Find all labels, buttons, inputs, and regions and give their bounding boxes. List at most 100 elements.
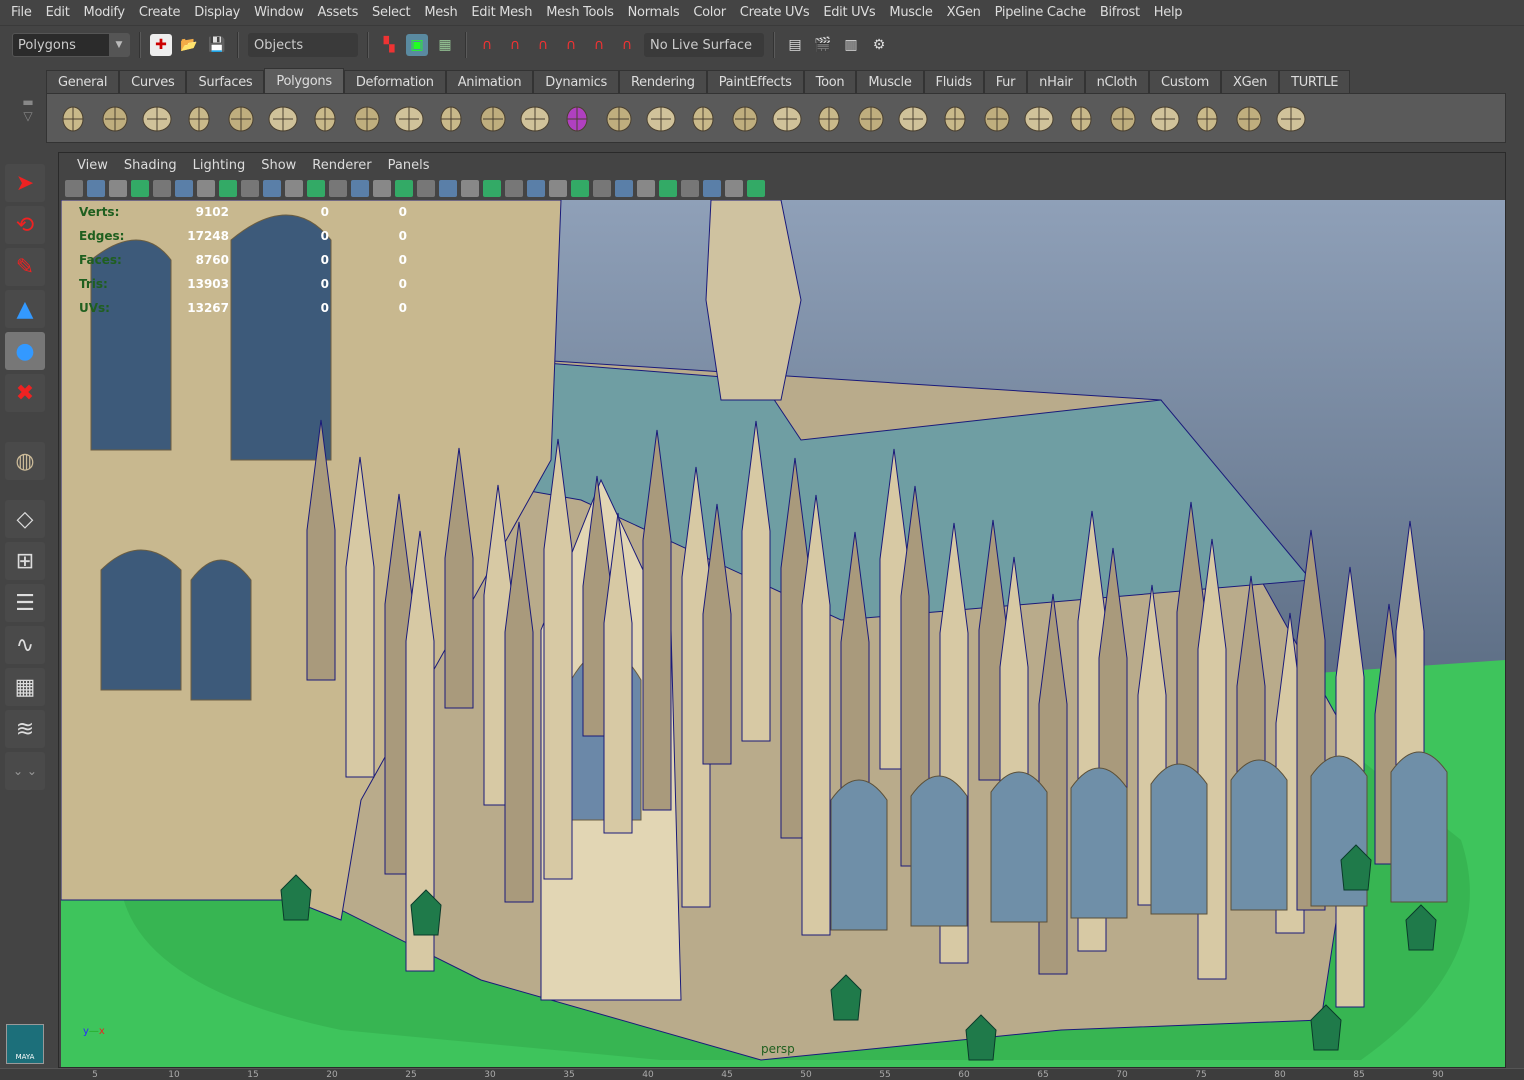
panel-menu-renderer[interactable]: Renderer (304, 158, 379, 173)
panel-menu-panels[interactable]: Panels (380, 158, 438, 173)
time-slider[interactable]: 5 10 15 20 25 30 35 40 45 50 55 60 65 70 75 80 85 90 (0, 1068, 1524, 1080)
panel-menu-lighting[interactable]: Lighting (185, 158, 254, 173)
single-view-layout-icon[interactable]: ◇ (5, 500, 45, 538)
panel-tool-icon[interactable] (285, 179, 303, 197)
panel-tool-icon[interactable] (571, 179, 589, 197)
tab-rendering[interactable]: Rendering (619, 70, 707, 93)
tab-custom[interactable]: Custom (1149, 70, 1222, 93)
panel-tool-icon[interactable] (197, 179, 215, 197)
menu-mesh[interactable]: Mesh (417, 5, 464, 20)
panel-menu-shading[interactable]: Shading (116, 158, 185, 173)
panel-tool-icon[interactable] (263, 179, 281, 197)
poly-cone-icon[interactable] (181, 101, 216, 136)
layout-options-icon[interactable]: ⌄ ⌄ (5, 752, 45, 790)
tab-general[interactable]: General (46, 70, 120, 93)
menu-file[interactable]: File (4, 5, 39, 20)
panel-tool-icon[interactable] (439, 179, 457, 197)
panel-menu-show[interactable]: Show (253, 158, 304, 173)
panel-tool-icon[interactable] (681, 179, 699, 197)
menu-create[interactable]: Create (132, 5, 187, 20)
menu-modify[interactable]: Modify (77, 5, 132, 20)
poly-pyramid-icon[interactable] (307, 101, 342, 136)
panel-tool-icon[interactable] (417, 179, 435, 197)
open-scene-icon[interactable]: 📂 (178, 34, 200, 56)
menu-create-uvs[interactable]: Create UVs (733, 5, 817, 20)
selection-mask-dropdown[interactable]: Objects (248, 33, 358, 57)
menu-assets[interactable]: Assets (311, 5, 366, 20)
menu-color[interactable]: Color (686, 5, 732, 20)
panel-menu-view[interactable]: View (69, 158, 116, 173)
panel-tool-icon[interactable] (747, 179, 765, 197)
panel-tool-icon[interactable] (461, 179, 479, 197)
panel-tool-icon[interactable] (329, 179, 347, 197)
ipr-render-icon[interactable]: ▥ (840, 34, 862, 56)
tab-fur[interactable]: Fur (983, 70, 1028, 93)
last-tool-icon[interactable]: ◍ (5, 442, 45, 480)
panel-tool-icon[interactable] (219, 179, 237, 197)
3d-viewport[interactable]: Verts: 9102 0 0 Edges: 17248 0 0 Faces: 8760 0 0 Tri… (61, 200, 1505, 1067)
poly-plane-icon[interactable] (223, 101, 258, 136)
planar-uv-icon[interactable] (1105, 101, 1140, 136)
cut-faces-icon[interactable] (643, 101, 678, 136)
menu-normals[interactable]: Normals (621, 5, 687, 20)
bridge-icon[interactable] (727, 101, 762, 136)
menu-display[interactable]: Display (187, 5, 247, 20)
save-scene-icon[interactable]: 💾 (206, 34, 228, 56)
panel-tool-icon[interactable] (593, 179, 611, 197)
shelf-menu-icon[interactable]: ▬ ▽ (14, 95, 42, 141)
paint-select-tool-icon[interactable]: ✎ (5, 248, 45, 286)
tab-nhair[interactable]: nHair (1027, 70, 1085, 93)
panel-tool-icon[interactable] (549, 179, 567, 197)
separate-icon[interactable] (433, 101, 468, 136)
cylindrical-uv-icon[interactable] (1147, 101, 1182, 136)
tab-muscle[interactable]: Muscle (856, 70, 924, 93)
combine-icon[interactable] (391, 101, 426, 136)
tab-toon[interactable]: Toon (803, 70, 857, 93)
tab-ncloth[interactable]: nCloth (1084, 70, 1150, 93)
panel-tool-icon[interactable] (351, 179, 369, 197)
tab-animation[interactable]: Animation (445, 70, 534, 93)
menu-mesh-tools[interactable]: Mesh Tools (539, 5, 620, 20)
tab-deformation[interactable]: Deformation (343, 70, 446, 93)
render-frame-icon[interactable]: 🎬 (812, 34, 834, 56)
poly-cube-icon[interactable] (97, 101, 132, 136)
graph-layout-icon[interactable]: ∿ (5, 626, 45, 664)
panel-tool-icon[interactable] (131, 179, 149, 197)
insert-edgeloop-icon[interactable] (937, 101, 972, 136)
tab-fluids[interactable]: Fluids (923, 70, 984, 93)
render-view-icon[interactable]: ▤ (784, 34, 806, 56)
menu-set-dropdown[interactable]: Polygons ▼ (12, 33, 130, 57)
menu-select[interactable]: Select (365, 5, 417, 20)
panel-tool-icon[interactable] (483, 179, 501, 197)
spherical-uv-icon[interactable] (1189, 101, 1224, 136)
panel-tool-icon[interactable] (615, 179, 633, 197)
panel-tool-icon[interactable] (153, 179, 171, 197)
select-tool-icon[interactable]: ➤ (5, 164, 45, 202)
poly-cylinder-icon[interactable] (139, 101, 174, 136)
tab-surfaces[interactable]: Surfaces (186, 70, 265, 93)
outliner-layout-icon[interactable]: ☰ (5, 584, 45, 622)
menu-edit-mesh[interactable]: Edit Mesh (464, 5, 539, 20)
select-object-icon[interactable]: ▣ (406, 34, 428, 56)
panel-tool-icon[interactable] (505, 179, 523, 197)
tab-xgen[interactable]: XGen (1221, 70, 1280, 93)
dope-sheet-layout-icon[interactable]: ≋ (5, 710, 45, 748)
poly-pipe-icon[interactable] (349, 101, 384, 136)
menu-window[interactable]: Window (247, 5, 310, 20)
panel-tool-icon[interactable] (175, 179, 193, 197)
smooth-icon[interactable] (475, 101, 510, 136)
panel-tool-icon[interactable] (87, 179, 105, 197)
append-icon[interactable] (769, 101, 804, 136)
tab-polygons[interactable]: Polygons (264, 68, 344, 93)
poly-sphere-icon[interactable] (55, 101, 90, 136)
bevel-icon[interactable] (811, 101, 846, 136)
panel-tool-icon[interactable] (725, 179, 743, 197)
menu-edit[interactable]: Edit (39, 5, 77, 20)
menu-bifrost[interactable]: Bifrost (1093, 5, 1147, 20)
live-surface-field[interactable]: No Live Surface (644, 33, 764, 57)
render-settings-icon[interactable]: ⚙ (868, 34, 890, 56)
new-scene-icon[interactable]: ✚ (150, 34, 172, 56)
select-component-icon[interactable]: ▦ (434, 34, 456, 56)
snap-point-icon[interactable]: ∩ (532, 34, 554, 56)
poke-icon[interactable] (1063, 101, 1098, 136)
